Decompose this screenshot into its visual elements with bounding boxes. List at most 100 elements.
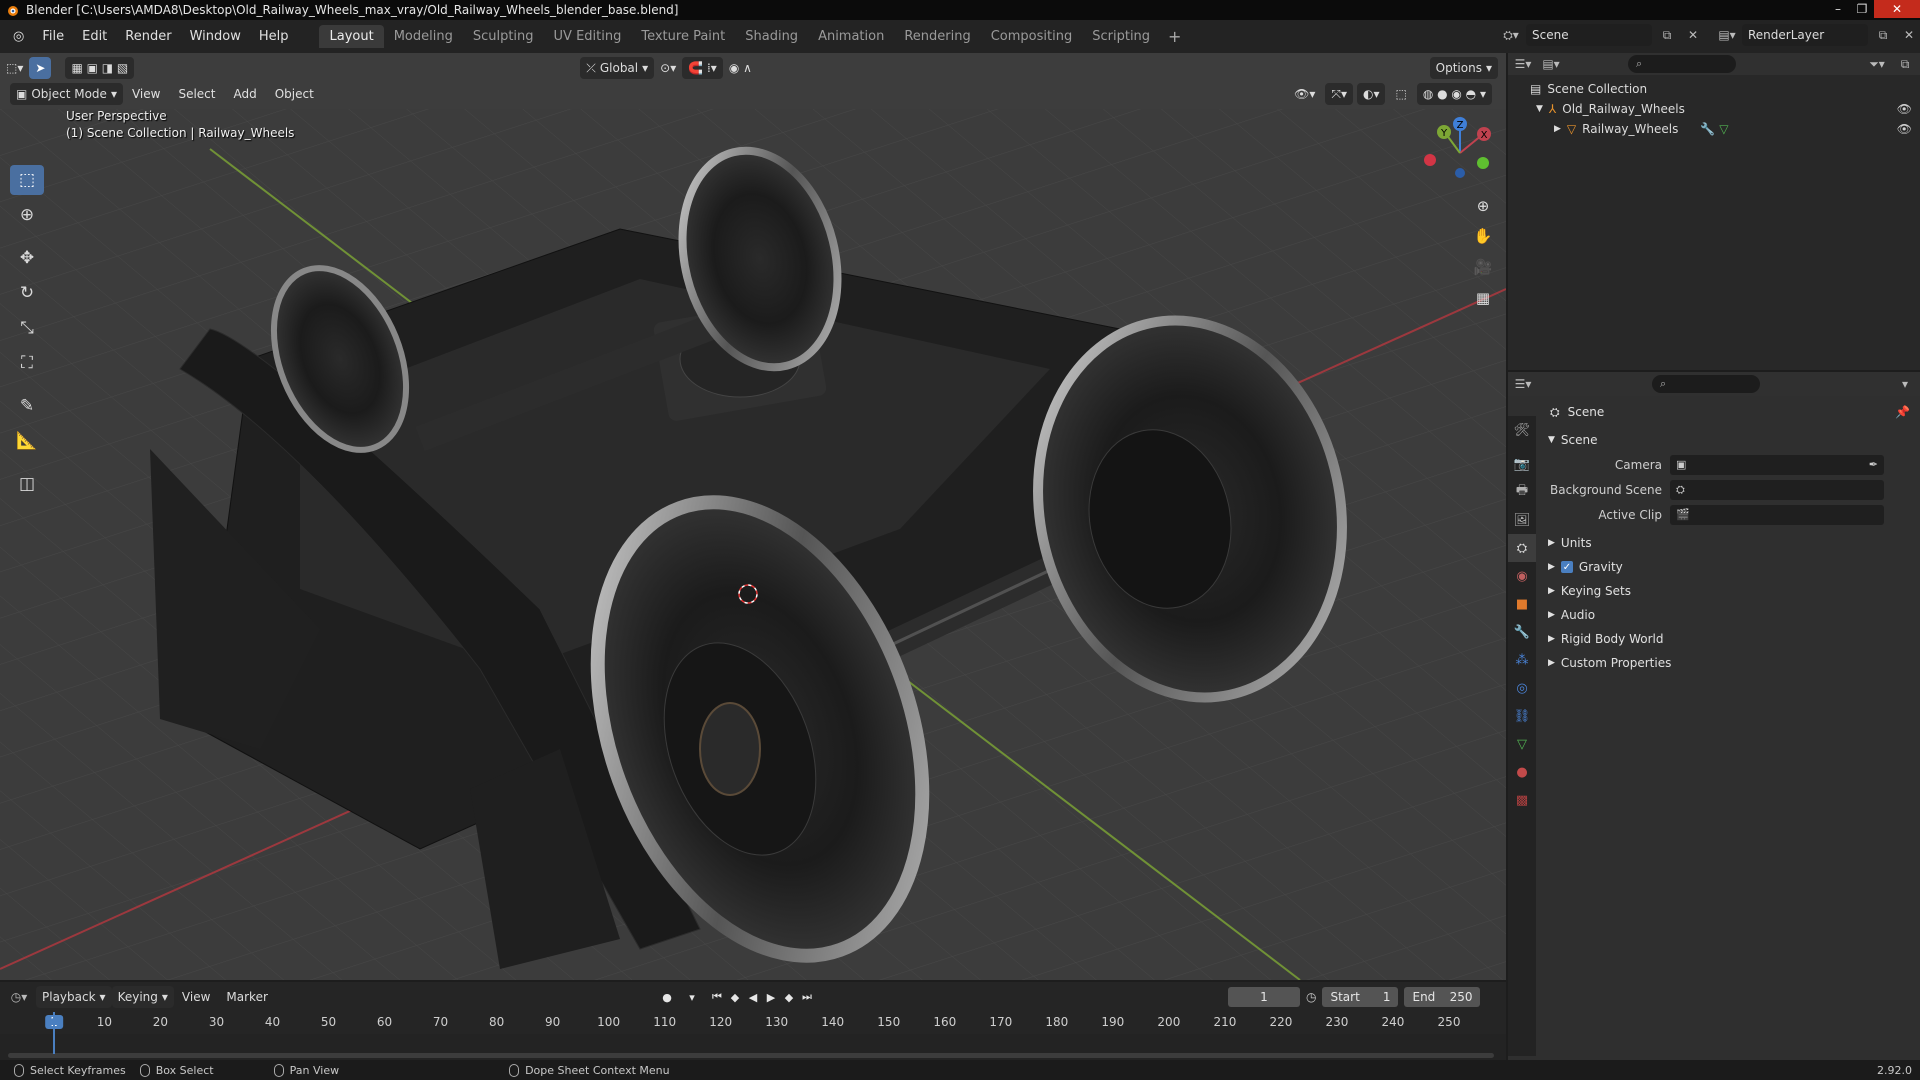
timeline-track-area[interactable] [0, 1034, 1506, 1060]
expand-arrow-icon[interactable]: ▶ [1554, 124, 1561, 134]
tab-shading[interactable]: Shading [735, 25, 808, 48]
background-scene-field[interactable]: ⛭ [1670, 479, 1884, 500]
material-tab-icon[interactable]: ● [1508, 758, 1536, 786]
tab-animation[interactable]: Animation [808, 25, 894, 48]
properties-editor-type-icon[interactable]: ☰▾ [1512, 373, 1534, 395]
end-frame-field[interactable]: End 250 [1404, 987, 1481, 1007]
display-mode-icon[interactable]: ▤▾ [1540, 53, 1562, 75]
blender-menu-icon[interactable]: ◎ [4, 29, 33, 44]
scene-tab-icon[interactable]: ⛭ [1508, 534, 1536, 562]
pivot-point-icon[interactable]: ⊙▾ [654, 57, 682, 79]
viewport-menu-add[interactable]: Add [224, 87, 265, 101]
tab-compositing[interactable]: Compositing [981, 25, 1083, 48]
scene-selector-icon[interactable]: ⛭▾ [1500, 24, 1522, 46]
output-tab-icon[interactable]: 🖶 [1508, 478, 1536, 506]
select-tool-icon[interactable]: ➤ [29, 57, 52, 79]
camera-field[interactable]: ▣ ✒ [1670, 454, 1884, 475]
view-layer-tab-icon[interactable]: 🖼 [1508, 506, 1536, 534]
perspective-toggle-icon[interactable]: ▦ [1470, 285, 1496, 311]
overlays-icon[interactable]: ◐▾ [1356, 83, 1386, 105]
filter-icon[interactable]: ⏷▾ [1866, 53, 1888, 75]
tab-rendering[interactable]: Rendering [894, 25, 980, 48]
custom-properties-panel-header[interactable]: ▶ Custom Properties [1538, 651, 1920, 675]
outliner-item-railway-wheels[interactable]: ▶ ▽ Railway_Wheels 🔧 ▽ 👁 [1508, 119, 1920, 139]
editor-type-button[interactable]: ⬚▾ [0, 57, 29, 79]
texture-tab-icon[interactable]: ▩ [1508, 786, 1536, 814]
viewport-scene[interactable] [0, 109, 1506, 980]
view-layer-icon[interactable]: ▤▾ [1716, 24, 1738, 46]
viewport-menu-select[interactable]: Select [169, 87, 224, 101]
select-box-tool-icon[interactable]: ⬚ [10, 165, 44, 195]
jump-start-icon[interactable]: ⏮ [710, 990, 724, 1004]
move-tool-icon[interactable]: ✥ [10, 243, 44, 273]
tab-uv-editing[interactable]: UV Editing [544, 25, 632, 48]
rotate-tool-icon[interactable]: ↻ [10, 278, 44, 308]
eyedropper-icon[interactable]: ✒ [1869, 458, 1878, 471]
viewport-menu-view[interactable]: View [123, 87, 169, 101]
visibility-icon[interactable]: 👁▾ [1288, 83, 1321, 105]
add-cube-tool-icon[interactable]: ◫ [10, 469, 44, 499]
tool-tab-icon[interactable]: 🛠 [1508, 416, 1536, 444]
active-clip-field[interactable]: 🎬 [1670, 504, 1884, 525]
render-tab-icon[interactable]: 📷 [1508, 450, 1536, 478]
audio-panel-header[interactable]: ▶ Audio [1538, 603, 1920, 627]
tab-scripting[interactable]: Scripting [1082, 25, 1160, 48]
frame-ruler[interactable]: 1102030405060708090100110120130140150160… [0, 1012, 1506, 1034]
close-button[interactable]: ✕ [1874, 0, 1920, 18]
delete-scene-icon[interactable]: ✕ [1682, 24, 1704, 46]
options-dropdown[interactable]: Options ▾ [1429, 57, 1498, 79]
play-reverse-icon[interactable]: ◀ [746, 991, 760, 1004]
pin-icon[interactable]: 📌 [1895, 405, 1910, 419]
viewport-menu-object[interactable]: Object [266, 87, 323, 101]
delete-view-layer-icon[interactable]: ✕ [1898, 24, 1920, 46]
zoom-icon[interactable]: ⊕ [1470, 193, 1496, 219]
keying-dropdown[interactable]: Keying ▾ [111, 986, 174, 1008]
rigid-body-world-panel-header[interactable]: ▶ Rigid Body World [1538, 627, 1920, 651]
object-mode-dropdown[interactable]: ▣ Object Mode ▾ [10, 83, 123, 105]
menu-window[interactable]: Window [181, 29, 250, 44]
jump-end-icon[interactable]: ⏭ [800, 990, 814, 1004]
timeline-scrollbar[interactable] [8, 1053, 1494, 1058]
outliner-editor-type-icon[interactable]: ☰▾ [1512, 53, 1534, 75]
neg-x-axis-handle[interactable] [1424, 154, 1436, 166]
neg-y-axis-handle[interactable] [1477, 157, 1489, 169]
navigation-gizmo[interactable]: Z X Y [1420, 113, 1500, 193]
transform-tool-icon[interactable]: ⛶ [10, 348, 44, 378]
3d-viewport[interactable]: ⬚▾ ➤ ▦ ▣ ◨ ▧ ⤫ Global ▾ ⊙▾ 🧲 ⁞▾ ◉ ∧ Opti… [0, 53, 1506, 980]
shading-modes-icon[interactable]: ◍ ● ◉ ◓ ▾ [1416, 83, 1492, 105]
physics-tab-icon[interactable]: ◎ [1508, 674, 1536, 702]
data-tab-icon[interactable]: ▽ [1508, 730, 1536, 758]
timeline-menu-view[interactable]: View [174, 990, 218, 1004]
minimize-button[interactable]: – [1826, 0, 1850, 18]
annotate-tool-icon[interactable]: ✎ [10, 391, 44, 421]
gravity-checkbox[interactable]: ✓ [1560, 561, 1573, 573]
cursor-tool-icon[interactable]: ⊕ [10, 200, 44, 230]
prev-keyframe-icon[interactable]: ◆ [728, 991, 742, 1004]
mesh-data-icon[interactable]: ▽ [1719, 122, 1728, 136]
tab-sculpting[interactable]: Sculpting [463, 25, 544, 48]
modifier-tab-icon[interactable]: 🔧 [1508, 618, 1536, 646]
preview-range-icon[interactable]: ◷ [1306, 990, 1316, 1004]
neg-z-axis-handle[interactable] [1455, 168, 1465, 178]
tab-texture-paint[interactable]: Texture Paint [631, 25, 735, 48]
tab-modeling[interactable]: Modeling [384, 25, 463, 48]
timeline-menu-marker[interactable]: Marker [218, 990, 275, 1004]
properties-search-input[interactable]: ⌕ [1652, 375, 1760, 393]
outliner-item-old-railway-wheels[interactable]: ▼ ⅄ Old_Railway_Wheels 👁 [1508, 99, 1920, 119]
scene-name-field[interactable]: Scene [1526, 24, 1652, 46]
properties-options-icon[interactable]: ▾ [1894, 373, 1916, 395]
new-collection-icon[interactable]: ⧉ [1894, 53, 1916, 75]
constraints-tab-icon[interactable]: ⛓ [1508, 702, 1536, 730]
view-layer-field[interactable]: RenderLayer [1742, 24, 1868, 46]
menu-edit[interactable]: Edit [73, 29, 116, 44]
visibility-eye-icon[interactable]: 👁 [1897, 122, 1912, 136]
units-panel-header[interactable]: ▶ Units [1538, 531, 1920, 555]
auto-keying-icon[interactable]: ● [660, 991, 674, 1004]
maximize-button[interactable]: ❐ [1850, 0, 1874, 18]
keying-sets-panel-header[interactable]: ▶ Keying Sets [1538, 579, 1920, 603]
particles-tab-icon[interactable]: ⁂ [1508, 646, 1536, 674]
xray-icon[interactable]: ⬚ [1389, 83, 1412, 105]
gizmo-icon[interactable]: ⤧▾ [1325, 83, 1353, 105]
scale-tool-icon[interactable]: ⤡ [10, 313, 44, 343]
camera-view-icon[interactable]: 🎥 [1470, 254, 1496, 280]
